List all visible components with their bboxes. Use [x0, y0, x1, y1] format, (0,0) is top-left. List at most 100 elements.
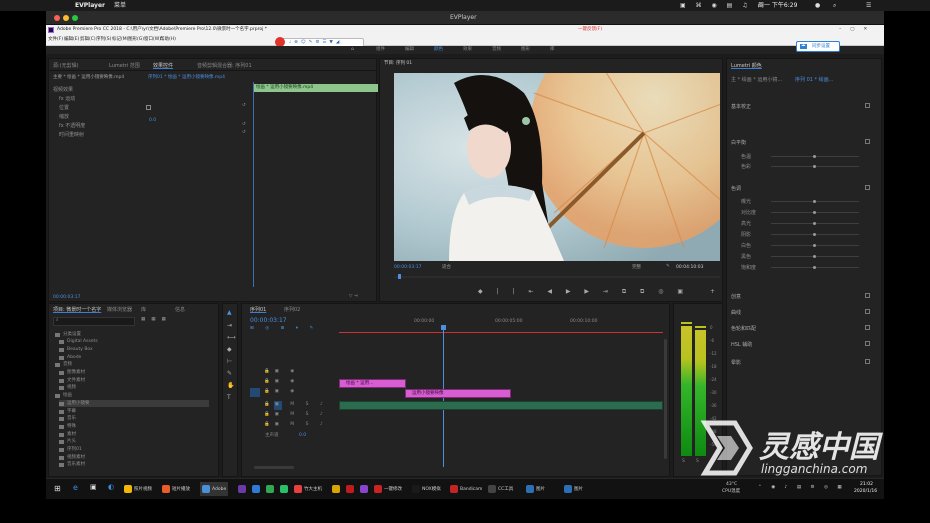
sync-settings-button[interactable]: 同步设置 ☁	[796, 41, 840, 52]
checkbox-icon[interactable]	[146, 105, 151, 110]
effect-row-4[interactable]: fx 不透明度	[59, 122, 85, 129]
timeline-tab-0[interactable]: 序列01	[250, 306, 266, 313]
workspace-tab-4[interactable]: 音频	[492, 47, 501, 53]
section-checkbox[interactable]	[865, 139, 870, 144]
wb-knob-1[interactable]	[813, 165, 816, 168]
tone-knob-5[interactable]	[813, 255, 816, 258]
menu-item-2[interactable]: 剪辑(C)	[80, 37, 96, 43]
section-checkbox[interactable]	[865, 325, 870, 330]
edge-icon[interactable]: e	[73, 484, 78, 492]
timeline-tab-1[interactable]: 序列02	[284, 306, 300, 313]
effect-row-1[interactable]: fx 运动	[59, 95, 75, 102]
project-item[interactable]: 音乐	[59, 416, 209, 423]
razor-icon[interactable]: ◆	[227, 347, 232, 353]
project-item[interactable]: 音乐素材	[59, 462, 209, 469]
project-item[interactable]: Abode	[59, 354, 209, 361]
tone-slider-2[interactable]	[771, 222, 859, 225]
taskbar-app-8[interactable]	[332, 482, 340, 496]
lumetri-section-4[interactable]: 曲线	[731, 309, 741, 316]
project-item[interactable]: 音频	[55, 362, 209, 369]
project-tab-1[interactable]: 媒体浏览器	[107, 306, 132, 313]
taskbar-app-16[interactable]: 图片	[564, 482, 583, 496]
minimize-button[interactable]	[63, 14, 69, 21]
audio-clip[interactable]	[339, 401, 663, 410]
tone-slider-6[interactable]	[771, 266, 859, 269]
lumetri-title[interactable]: Lumetri 颜色	[731, 62, 762, 69]
project-search[interactable]: ⌕	[53, 317, 135, 326]
tone-knob-1[interactable]	[813, 211, 816, 214]
taskbar-app-14[interactable]: CC工具	[488, 482, 513, 496]
timeline-vscroll[interactable]	[664, 339, 667, 459]
project-item[interactable]: 绘画	[55, 393, 209, 400]
section-checkbox[interactable]	[865, 293, 870, 298]
menu-item-5[interactable]: 图形(G)	[128, 37, 144, 43]
taskbar-app-0[interactable]: 照片视频	[124, 482, 152, 496]
program-timecode[interactable]: 00:00:03:17	[394, 265, 421, 271]
project-item[interactable]: 字幕	[59, 408, 209, 415]
lumetri-section-6[interactable]: HSL 辅助	[731, 341, 752, 348]
overlay-button[interactable]: 一键反馈(F)	[578, 27, 602, 33]
slip-icon[interactable]: ⊢	[227, 359, 232, 365]
taskbar-app-10[interactable]	[360, 482, 368, 496]
wb-knob-0[interactable]	[813, 155, 816, 158]
user-icon[interactable]: ●	[815, 2, 820, 9]
track-header-v1[interactable]: 🔒▣ ◉	[250, 388, 338, 397]
project-item[interactable]: 素材	[59, 431, 209, 438]
lumetri-seq[interactable]: 序列 01 * 绘画...	[795, 76, 833, 83]
taskbar-app-13[interactable]: Bandicam	[450, 482, 482, 496]
window-controls[interactable]: –▢✕	[839, 27, 876, 33]
selection-tool-icon[interactable]: ▲	[227, 310, 232, 316]
effect-tab-2[interactable]: 音频剪辑混合器: 序列01	[197, 62, 252, 69]
pen-icon[interactable]: ✎	[227, 371, 232, 377]
project-item[interactable]: Beauty Box	[59, 346, 209, 353]
taskbar-app-11[interactable]: 一键修改	[374, 482, 402, 496]
reset-icon[interactable]: ↺	[242, 122, 246, 128]
menu-item-6[interactable]: 窗口(W)	[144, 37, 161, 43]
project-item[interactable]: 序列01	[59, 447, 209, 454]
taskbar-app-9[interactable]	[346, 482, 354, 496]
section-checkbox[interactable]	[865, 185, 870, 190]
type-icon[interactable]: T	[227, 395, 231, 401]
lumetri-clip[interactable]: 主 * 绘画 * 运用小镜...	[731, 76, 782, 83]
section-checkbox[interactable]	[865, 103, 870, 108]
section-checkbox[interactable]	[865, 341, 870, 346]
project-item[interactable]: 视频	[59, 385, 209, 392]
windows-start-icon[interactable]: ⊞	[54, 485, 61, 493]
workspace-tab-1[interactable]: 编辑	[405, 47, 414, 53]
effect-row-3[interactable]: 缩放	[59, 113, 69, 120]
menu-item[interactable]: 菜单	[114, 2, 126, 9]
track-header-a2[interactable]: 🔒▣ M S ♪	[250, 411, 338, 420]
quality-select[interactable]: 完整	[632, 265, 641, 271]
lumetri-section-1[interactable]: 白平衡	[731, 139, 746, 146]
tone-knob-4[interactable]	[813, 244, 816, 247]
clip-v1[interactable]: 运用小镜要映像	[405, 389, 511, 398]
taskbar-app-12[interactable]: NOX模拟	[412, 482, 441, 496]
tone-slider-3[interactable]	[771, 233, 859, 236]
tone-knob-3[interactable]	[813, 233, 816, 236]
ie-icon[interactable]: ◐	[108, 484, 114, 491]
lumetri-section-0[interactable]: 基本校正	[731, 103, 751, 110]
effect-tab-source[interactable]: 源:(无剪辑)	[53, 62, 79, 69]
project-item[interactable]: 视频素材	[59, 454, 209, 461]
track-header-a1[interactable]: 🔒▣ M S ♪	[250, 401, 338, 410]
clip-v2[interactable]: 绘画 * 运用...	[339, 379, 406, 388]
taskbar-app-5[interactable]	[266, 482, 274, 496]
toolbar-icons[interactable]: ♩⊕☺✎⚙☰▼◢	[289, 40, 342, 46]
clip-bar[interactable]: 绘画 * 运用小镜要映像.mp4	[254, 84, 378, 92]
track-header-v2[interactable]: 🔒▣ ◉	[250, 378, 338, 387]
section-checkbox[interactable]	[865, 309, 870, 314]
tone-slider-1[interactable]	[771, 211, 859, 214]
menu-item-0[interactable]: 文件(F)	[48, 37, 63, 43]
monitor-title[interactable]: 节目: 序列 01	[384, 61, 412, 67]
effect-tab-1[interactable]: 效果控件	[153, 62, 173, 69]
close-button[interactable]	[54, 14, 60, 21]
taskbar-app-6[interactable]	[280, 482, 288, 496]
taskbar-app-3[interactable]	[238, 482, 246, 496]
list-icon[interactable]: ☰	[866, 2, 871, 9]
timeline-tools[interactable]: ⊞ ◎ ⊞ ▾ ✎	[250, 326, 318, 332]
taskbar-app-7[interactable]: 竹大主机	[294, 482, 322, 496]
taskbar-app-1[interactable]: 短片播放	[162, 482, 190, 496]
zoom-button[interactable]	[72, 14, 78, 21]
scale-value[interactable]: 0.0	[149, 118, 156, 124]
workspace-tab-3[interactable]: 效果	[463, 47, 472, 53]
